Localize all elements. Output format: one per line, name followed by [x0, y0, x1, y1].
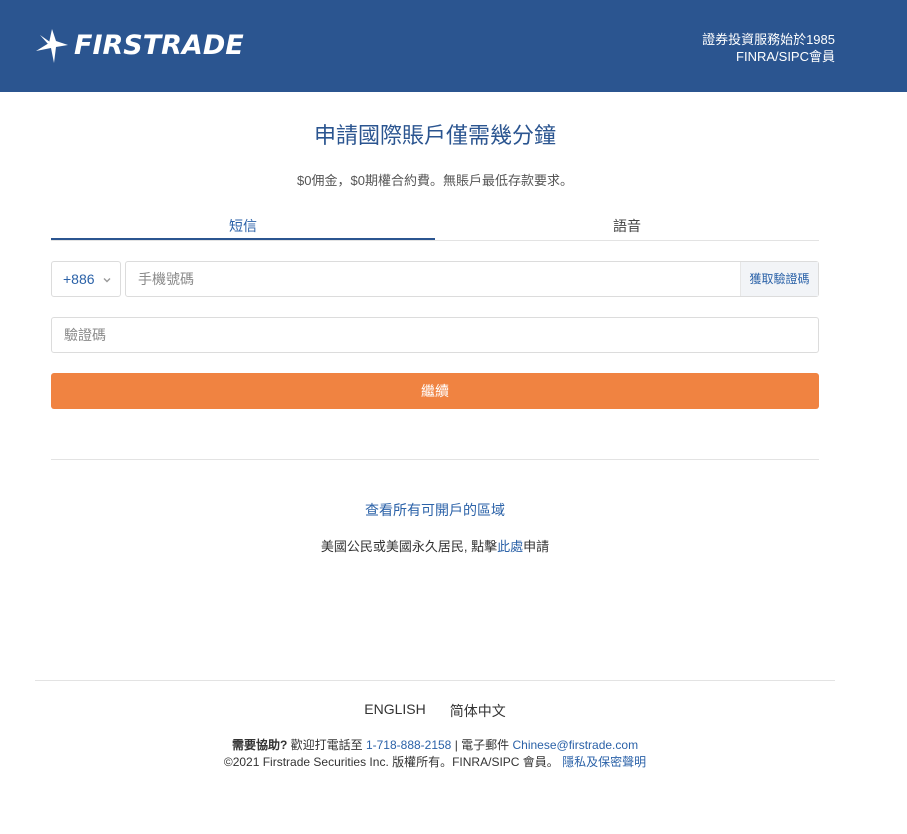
country-code-select[interactable]: +886: [51, 261, 121, 297]
privacy-link[interactable]: 隱私及保密聲明: [562, 755, 646, 769]
lang-english-link[interactable]: ENGLISH: [364, 701, 425, 721]
view-regions-link[interactable]: 查看所有可開戶的區域: [0, 500, 870, 520]
logo-text: FIRSTRADE: [74, 30, 244, 61]
footer-help-line: 需要協助? 歡迎打電話至 1-718-888-2158 | 電子郵件 Chine…: [0, 736, 870, 753]
verification-tabs: 短信 語音: [51, 212, 819, 241]
language-switcher: ENGLISH 简体中文: [0, 701, 870, 721]
call-text: 歡迎打電話至: [287, 738, 366, 752]
us-apply-link[interactable]: 此處: [497, 539, 523, 554]
country-code-value: +886: [63, 271, 95, 287]
page-title: 申請國際賬戶僅需幾分鐘: [313, 123, 556, 148]
header-bar: FIRSTRADE 證券投資服務始於1985 FINRA/SIPC會員: [0, 0, 907, 92]
tagline-member: FINRA/SIPC會員: [736, 49, 835, 64]
tab-sms[interactable]: 短信: [51, 212, 435, 240]
footer-separator: |: [451, 738, 462, 752]
tab-voice[interactable]: 語音: [435, 212, 819, 240]
verification-code-input[interactable]: [51, 317, 819, 353]
us-text-after: 申請: [523, 539, 550, 554]
lang-simplified-chinese-link[interactable]: 简体中文: [450, 701, 506, 721]
phone-row: +886 獲取驗證碼: [51, 261, 819, 297]
continue-button[interactable]: 繼續: [51, 373, 819, 409]
divider: [51, 459, 819, 460]
phone-input[interactable]: [126, 262, 740, 296]
email-label: 電子郵件: [461, 738, 513, 752]
phone-link[interactable]: 1-718-888-2158: [366, 738, 451, 752]
footer-divider: [35, 680, 835, 681]
get-code-button[interactable]: 獲取驗證碼: [740, 262, 818, 296]
us-resident-line: 美國公民或美國永久居民, 點擊此處申請: [0, 536, 870, 555]
footer-copyright-line: ©2021 Firstrade Securities Inc. 版權所有。FIN…: [0, 753, 870, 770]
tagline-since: 證券投資服務始於1985: [702, 32, 835, 47]
firstrade-logo-icon: [36, 29, 68, 63]
copyright-text: ©2021 Firstrade Securities Inc. 版權所有。FIN…: [223, 755, 563, 769]
us-text-before: 美國公民或美國永久居民, 點擊: [320, 539, 498, 554]
chevron-down-icon: [103, 278, 111, 283]
help-label: 需要協助?: [231, 738, 288, 752]
email-link[interactable]: Chinese@firstrade.com: [513, 738, 639, 752]
header-tagline: 證券投資服務始於1985 FINRA/SIPC會員: [702, 31, 835, 65]
firstrade-logo[interactable]: FIRSTRADE: [34, 27, 244, 65]
page-subtitle: $0佣金，$0期權合約費。無賬戶最低存款要求。: [297, 173, 573, 188]
phone-field-wrapper: 獲取驗證碼: [125, 261, 819, 297]
